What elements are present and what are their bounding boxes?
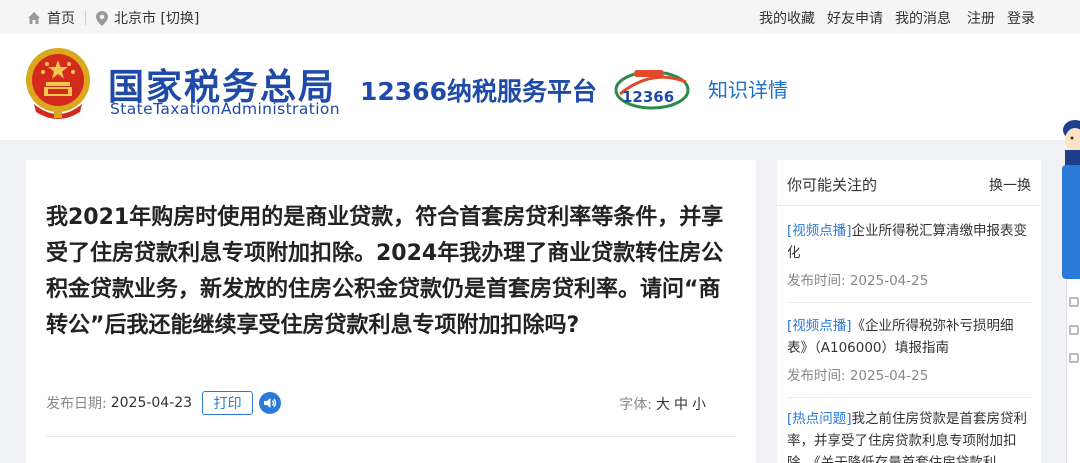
list-item-text: [热点问题]我之前住房贷款是首套房贷利率，并享受了住房贷款利息专项附加扣除。《关…: [787, 408, 1033, 463]
divider: [787, 302, 1031, 303]
favorites-link[interactable]: 我的收藏: [759, 8, 815, 28]
friend-requests-link[interactable]: 好友申请: [827, 8, 883, 28]
publish-date: 2025-04-23: [110, 395, 193, 411]
question-title: 我2021年购房时使用的是商业贷款，符合首套房贷利率等条件，并享受了住房贷款利息…: [46, 205, 724, 338]
speaker-icon: [264, 398, 277, 408]
top-bar: 首页 北京市 [切换] 我的收藏 好友申请 我的消息 注册 登录: [0, 0, 1080, 34]
divider: [787, 397, 1031, 398]
tool-icon[interactable]: [1069, 325, 1079, 335]
logo-digits: 12366: [622, 88, 674, 106]
font-size-medium[interactable]: 中: [674, 394, 688, 414]
float-toolbar: [1066, 279, 1080, 463]
login-link[interactable]: 登录: [1007, 8, 1035, 28]
font-size-control: 字体: 大 中 小: [619, 394, 706, 414]
section-title: 知识详情: [708, 78, 788, 102]
list-item-tag: [热点问题]: [787, 411, 852, 427]
national-emblem-icon[interactable]: [24, 46, 92, 122]
refresh-button[interactable]: 换一换: [989, 175, 1031, 195]
sidebar-title: 你可能关注的: [787, 176, 878, 194]
sidebar-header: 你可能关注的 换一换: [777, 160, 1041, 206]
messages-link[interactable]: 我的消息: [895, 8, 951, 28]
home-icon: [28, 12, 40, 24]
brand-subtitle: StateTaxationAdministration: [110, 100, 341, 118]
tool-icon[interactable]: [1069, 353, 1079, 363]
top-bar-right: 我的收藏 好友申请 我的消息 注册 登录: [759, 8, 1035, 28]
list-item[interactable]: [热点问题]我之前住房贷款是首套房贷利率，并享受了住房贷款利息专项附加扣除。《关…: [787, 408, 1033, 463]
print-button[interactable]: 打印: [202, 391, 254, 415]
12366-logo-icon: 12366: [614, 70, 690, 110]
divider: [46, 436, 736, 437]
article-card: 我2021年购房时使用的是商业贷款，符合首套房贷利率等条件，并享受了住房贷款利息…: [26, 160, 756, 463]
divider: [85, 11, 86, 25]
list-item-text: [视频点播]《企业所得税弥补亏损明细表》（A106000）填报指南: [787, 315, 1033, 359]
list-item-text: [视频点播]企业所得税汇算清缴申报表变化: [787, 220, 1033, 264]
top-bar-left: 首页 北京市 [切换]: [27, 8, 199, 28]
online-service-tab[interactable]: [1062, 165, 1080, 279]
speaker-button[interactable]: [259, 392, 282, 414]
list-item[interactable]: [视频点播]企业所得税汇算清缴申报表变化 发布时间: 2025-04-25: [787, 220, 1033, 292]
font-size-large[interactable]: 大: [656, 394, 670, 414]
site-header: 国家税务总局 StateTaxationAdministration 12366…: [0, 34, 1080, 140]
font-size-small[interactable]: 小: [692, 394, 706, 414]
location-pin-icon: [96, 10, 108, 26]
register-link[interactable]: 注册: [967, 8, 995, 28]
list-item-time: 发布时间: 2025-04-25: [787, 273, 929, 289]
list-item[interactable]: [视频点播]《企业所得税弥补亏损明细表》（A106000）填报指南 发布时间: …: [787, 315, 1033, 387]
article-meta: 发布日期: 2025-04-23 打印 字体: 大 中 小: [46, 390, 736, 416]
service-platform-title: 12366纳税服务平台: [360, 77, 597, 106]
list-item-tag: [视频点播]: [787, 223, 852, 239]
related-sidebar: 你可能关注的 换一换 [视频点播]企业所得税汇算清缴申报表变化 发布时间: 20…: [777, 160, 1041, 463]
list-item-time: 发布时间: 2025-04-25: [787, 368, 929, 384]
font-size-label: 字体:: [619, 397, 652, 413]
tool-icon[interactable]: [1069, 297, 1079, 307]
publish-date-label: 发布日期:: [46, 396, 107, 412]
city-switch[interactable]: 北京市 [切换]: [114, 8, 199, 28]
home-link[interactable]: 首页: [47, 8, 75, 28]
assistant-avatar-icon[interactable]: [1059, 112, 1080, 168]
list-item-tag: [视频点播]: [787, 318, 852, 334]
